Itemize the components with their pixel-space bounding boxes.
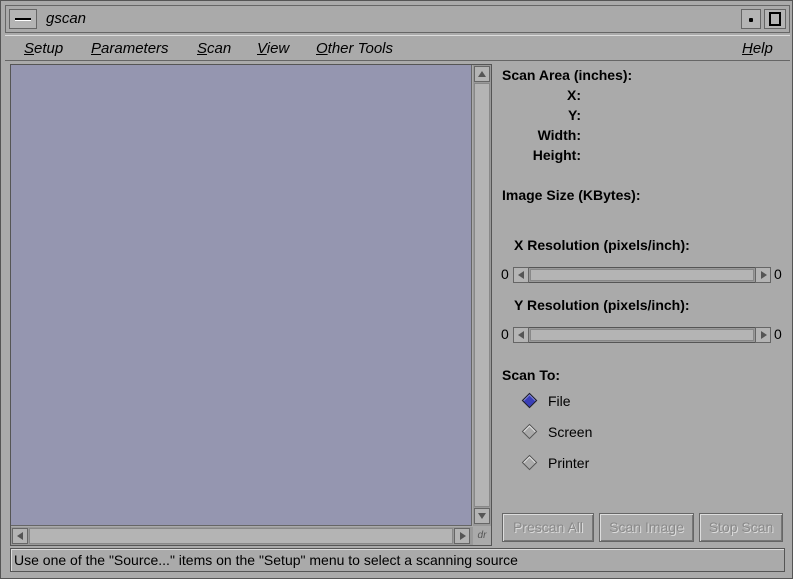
menu-setup[interactable]: Setup: [24, 40, 63, 57]
x-resolution-max: 0: [774, 266, 782, 282]
y-resolution-min: 0: [501, 326, 509, 342]
horizontal-scroll-thumb[interactable]: [29, 528, 453, 544]
arrow-down-icon: [478, 513, 486, 519]
scan-to-printer-label: Printer: [548, 455, 590, 471]
image-preview-canvas[interactable]: [11, 65, 472, 526]
y-resolution-slider[interactable]: [513, 327, 771, 343]
status-bar: Use one of the "Source..." items on the …: [10, 548, 785, 572]
y-resolution-max: 0: [774, 326, 782, 342]
menu-view[interactable]: View: [257, 40, 289, 57]
scan-area-x-label: X:: [567, 87, 581, 103]
stop-scan-button[interactable]: Stop Scan: [699, 513, 783, 542]
y-resolution-decrement[interactable]: [513, 327, 529, 343]
menu-bar: Setup Parameters Scan View Other Tools H…: [5, 35, 790, 61]
scroll-up-button[interactable]: [474, 66, 490, 82]
menu-view-label: iew: [266, 40, 290, 57]
scan-to-heading: Scan To:: [502, 367, 561, 383]
image-preview-frame: dr: [10, 64, 492, 546]
menu-scan-mnemonic: S: [197, 40, 208, 57]
radio-unselected-icon: [521, 454, 538, 471]
arrow-right-icon: [761, 331, 767, 339]
radio-selected-icon: [521, 392, 538, 409]
menu-parameters[interactable]: Parameters: [91, 40, 169, 57]
x-resolution-label: X Resolution (pixels/inch):: [514, 237, 690, 253]
scan-to-screen-label: Screen: [548, 424, 593, 440]
y-resolution-increment[interactable]: [755, 327, 771, 343]
scan-area-width-label: Width:: [537, 127, 581, 143]
scrollbar-corner: dr: [473, 527, 491, 545]
y-resolution-track[interactable]: [530, 329, 754, 341]
minimize-icon: [749, 18, 753, 22]
minimize-button[interactable]: [741, 9, 761, 29]
arrow-right-icon: [761, 271, 767, 279]
window-menu-button[interactable]: [9, 9, 37, 29]
arrow-left-icon: [17, 532, 23, 540]
x-resolution-min: 0: [501, 266, 509, 282]
menu-other-tools-label: ther Tools: [327, 40, 393, 57]
maximize-icon: [769, 12, 781, 26]
arrow-right-icon: [460, 532, 466, 540]
vertical-scroll-thumb[interactable]: [474, 83, 490, 507]
menu-view-mnemonic: V: [257, 40, 267, 57]
x-resolution-slider[interactable]: [513, 267, 771, 283]
radio-unselected-icon: [521, 423, 538, 440]
menu-help[interactable]: Help: [742, 40, 773, 57]
scan-to-file-label: File: [548, 393, 571, 409]
scroll-left-button[interactable]: [12, 528, 28, 544]
menu-setup-label: etup: [34, 40, 64, 57]
menu-scan[interactable]: Scan: [197, 40, 231, 57]
gscan-window: gscan Setup Parameters Scan View Other T…: [0, 0, 793, 579]
arrow-left-icon: [518, 331, 524, 339]
menu-parameters-label: arameters: [101, 40, 169, 57]
scan-area-height-label: Height:: [532, 147, 581, 163]
status-message: Use one of the "Source..." items on the …: [14, 552, 518, 568]
y-resolution-label: Y Resolution (pixels/inch):: [514, 297, 690, 313]
x-resolution-increment[interactable]: [755, 267, 771, 283]
prescan-all-button[interactable]: Prescan All: [502, 513, 594, 542]
arrow-left-icon: [518, 271, 524, 279]
window-title: gscan: [46, 10, 87, 27]
menu-setup-mnemonic: S: [24, 40, 35, 57]
x-resolution-decrement[interactable]: [513, 267, 529, 283]
maximize-button[interactable]: [764, 9, 786, 29]
image-size-label: Image Size (KBytes):: [502, 187, 641, 203]
window-menu-icon: [15, 18, 31, 21]
horizontal-scrollbar[interactable]: [11, 527, 473, 545]
scan-image-button[interactable]: Scan Image: [599, 513, 694, 542]
scan-area-heading: Scan Area (inches):: [502, 67, 633, 83]
menu-other-tools-mnemonic: O: [316, 40, 328, 57]
menu-parameters-mnemonic: P: [91, 40, 102, 57]
menu-help-label: elp: [752, 40, 773, 57]
scroll-down-button[interactable]: [474, 508, 490, 524]
menu-scan-label: can: [207, 40, 232, 57]
menu-other-tools[interactable]: Other Tools: [316, 40, 393, 57]
scan-area-y-label: Y:: [568, 107, 581, 123]
menu-help-mnemonic: H: [742, 40, 753, 57]
x-resolution-track[interactable]: [530, 269, 754, 281]
scroll-right-button[interactable]: [454, 528, 470, 544]
arrow-up-icon: [478, 71, 486, 77]
scan-settings-panel: Scan Area (inches): X: Y: Width: Height:…: [494, 64, 790, 546]
title-bar[interactable]: gscan: [5, 5, 790, 33]
vertical-scrollbar[interactable]: [473, 65, 491, 526]
